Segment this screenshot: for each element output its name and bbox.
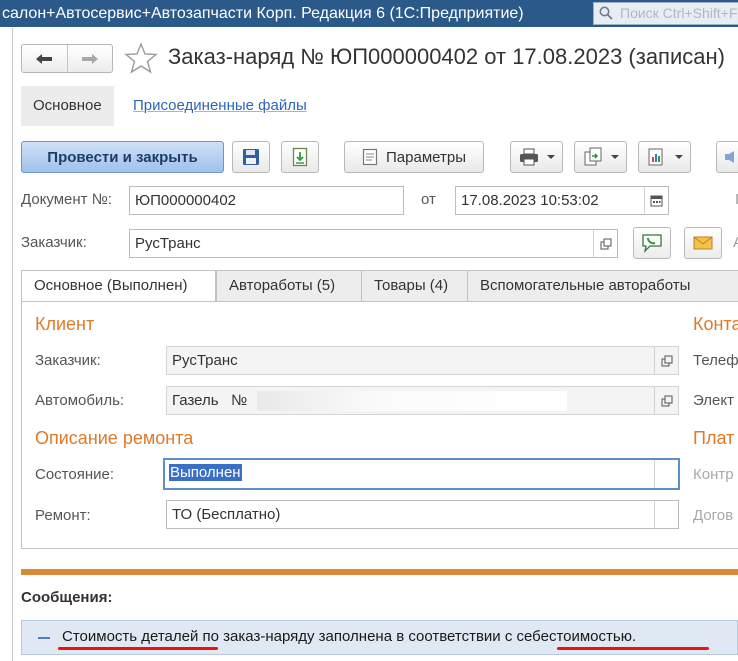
annotation-underline <box>557 647 709 650</box>
sound-icon <box>725 151 734 163</box>
repair-select[interactable]: ТО (Бесплатно) <box>166 500 679 529</box>
open-customer-button[interactable] <box>593 230 617 257</box>
right-column-cutoff-label: A <box>733 234 738 251</box>
section-tab-main[interactable]: Основное <box>21 86 114 126</box>
client-group-title: Клиент <box>35 314 95 334</box>
doc-number-label: Документ №: <box>21 191 112 208</box>
navigation-buttons <box>21 44 113 73</box>
repair-label: Ремонт: <box>35 507 91 524</box>
more-actions-button[interactable] <box>716 141 738 173</box>
open-icon <box>600 238 611 249</box>
message-marker-icon <box>38 637 50 639</box>
phone-label: Телеф <box>693 352 738 369</box>
tab-auto-works[interactable]: Автоработы (5) <box>216 270 381 302</box>
reports-icon <box>648 148 662 166</box>
calendar-button[interactable] <box>644 187 668 214</box>
car-field[interactable]: Газель № <box>166 386 679 415</box>
annotation-underline <box>58 647 218 650</box>
document-settings-icon <box>362 148 378 166</box>
message-text: Стоимость деталей по заказ-наряду заполн… <box>62 628 637 645</box>
phone-chat-icon <box>642 234 662 253</box>
document-title: Заказ-наряд № ЮП000000402 от 17.08.2023 … <box>168 44 725 69</box>
chevron-down-icon <box>674 155 683 159</box>
chevron-down-icon <box>546 155 555 159</box>
open-car-button[interactable] <box>654 387 678 414</box>
chevron-down-icon <box>610 155 619 159</box>
section-tab-attached-files[interactable]: Присоединенные файлы <box>121 86 319 126</box>
tab-goods[interactable]: Товары (4) <box>361 270 468 302</box>
state-select[interactable]: Выполнен <box>163 458 680 490</box>
calendar-icon <box>650 195 663 207</box>
customer-value: РусТранс <box>135 235 201 252</box>
email-customer-button[interactable] <box>684 227 722 259</box>
create-based-on-icon <box>584 147 601 166</box>
print-button[interactable] <box>510 141 563 173</box>
doc-number-field[interactable]: ЮП000000402 <box>129 186 404 215</box>
date-field[interactable]: 17.08.2023 10:53:02 <box>455 186 669 215</box>
favorite-star-icon[interactable] <box>124 42 158 74</box>
arrow-left-icon <box>36 53 53 64</box>
redacted-plate <box>257 391 567 411</box>
state-label: Состояние: <box>35 466 115 483</box>
parameters-label: Параметры <box>386 148 466 166</box>
global-search-input[interactable]: Поиск Ctrl+Shift+F <box>593 2 738 25</box>
open-icon <box>661 355 672 366</box>
email-label: Элект <box>693 392 734 409</box>
call-customer-button[interactable] <box>633 227 671 259</box>
state-value: Выполнен <box>169 464 242 481</box>
window-title: салон+Автосервис+Автозапчасти Корп. Реда… <box>2 5 524 22</box>
create-based-on-button[interactable] <box>574 141 627 173</box>
contract-label: Догов <box>693 507 734 524</box>
tab-main-completed[interactable]: Основное (Выполнен) <box>21 270 216 302</box>
repair-dropdown-button[interactable] <box>654 501 678 528</box>
printer-icon <box>519 148 538 166</box>
date-label: от <box>421 191 436 208</box>
messages-title: Сообщения: <box>21 589 113 606</box>
client-customer-value: РусТранс <box>172 352 238 369</box>
date-value: 17.08.2023 10:53:02 <box>461 192 599 209</box>
counterparty-label: Контр <box>693 466 734 483</box>
state-dropdown-button[interactable] <box>654 460 678 488</box>
save-button[interactable] <box>232 141 270 173</box>
back-button[interactable] <box>22 45 67 72</box>
envelope-icon <box>693 236 713 250</box>
reports-button[interactable] <box>638 141 691 173</box>
arrow-right-icon <box>81 53 98 64</box>
repair-group-title: Описание ремонта <box>35 428 194 448</box>
tab-aux-auto-works[interactable]: Вспомогательные автоработы <box>467 270 738 302</box>
post-and-close-button[interactable]: Провести и закрыть <box>21 141 224 173</box>
post-document-icon <box>292 147 308 167</box>
post-button[interactable] <box>281 141 319 173</box>
messages-splitter[interactable] <box>21 569 738 575</box>
repair-value: ТО (Бесплатно) <box>172 506 281 523</box>
customer-field[interactable]: РусТранс <box>129 229 618 258</box>
contacts-group-title: Конта <box>693 314 738 334</box>
parameters-button[interactable]: Параметры <box>344 141 484 173</box>
search-placeholder: Поиск Ctrl+Shift+F <box>620 5 738 21</box>
customer-label: Заказчик: <box>21 234 87 251</box>
open-client-customer-button[interactable] <box>654 347 678 374</box>
search-icon <box>599 6 613 20</box>
floppy-disk-icon <box>243 149 259 165</box>
client-customer-label: Заказчик: <box>35 352 101 369</box>
open-icon <box>661 395 672 406</box>
window-titlebar: салон+Автосервис+Автозапчасти Корп. Реда… <box>0 0 738 27</box>
content-tabs: Основное (Выполнен) Автоработы (5) Товар… <box>21 270 738 302</box>
payment-group-title: Плат <box>693 428 735 448</box>
car-value: Газель № <box>172 392 248 409</box>
car-label: Автомобиль: <box>35 392 125 409</box>
forward-button[interactable] <box>66 45 112 72</box>
client-customer-field[interactable]: РусТранс <box>166 346 679 375</box>
